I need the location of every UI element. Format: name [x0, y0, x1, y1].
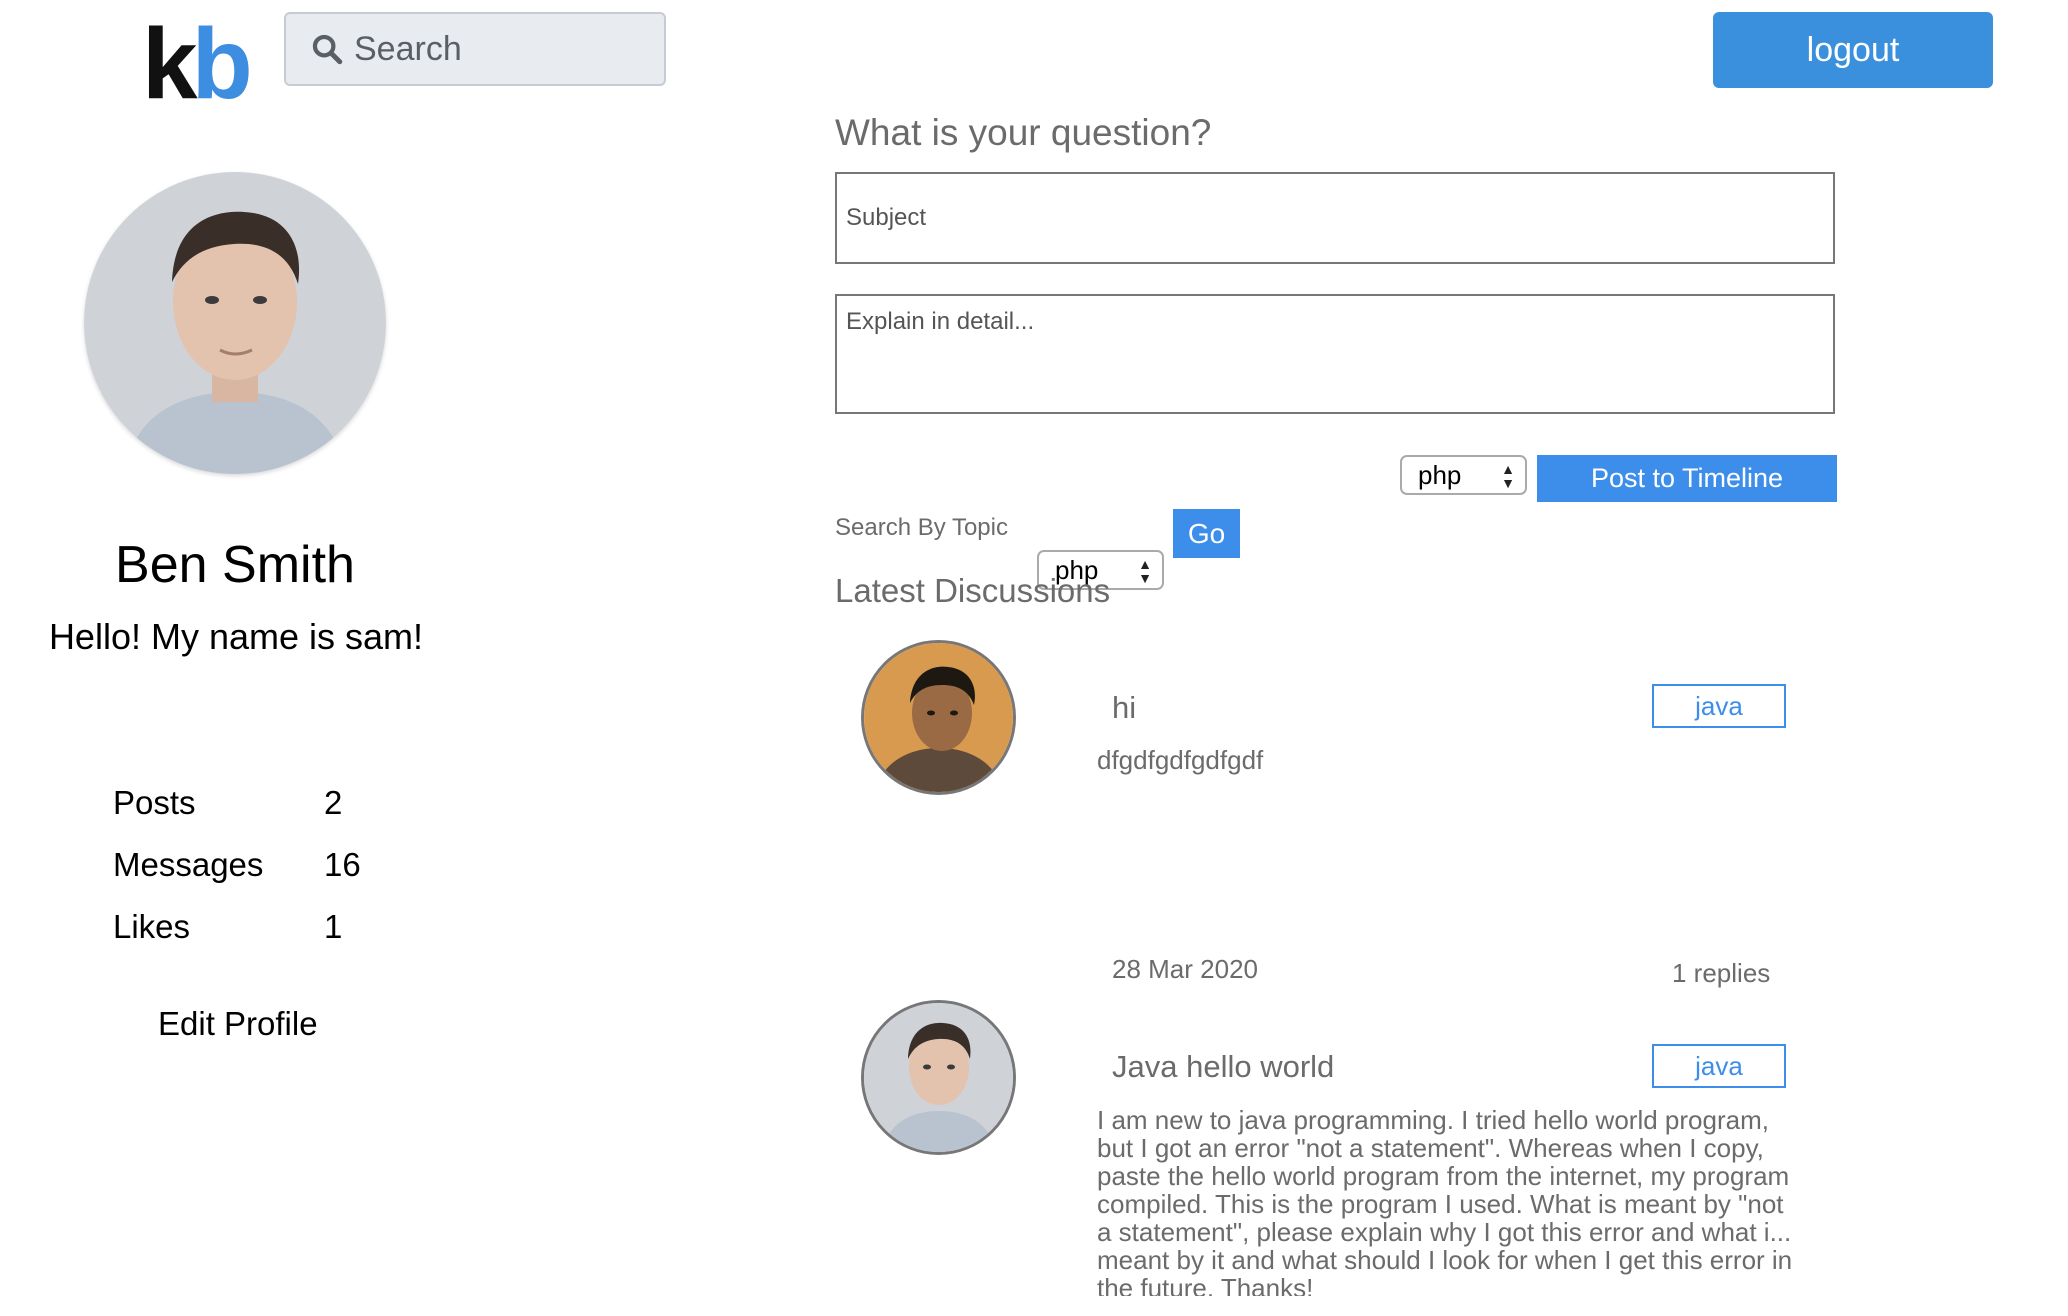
post-to-timeline-button[interactable]: Post to Timeline — [1537, 455, 1837, 502]
stat-value: 1 — [324, 908, 343, 945]
stat-likes: Likes 1 — [113, 896, 361, 958]
logo[interactable]: kb — [142, 14, 253, 114]
topic-select-value: php — [1418, 459, 1462, 490]
select-arrows-icon: ▲ ▼ — [1501, 461, 1515, 491]
profile-name: Ben Smith — [115, 536, 355, 594]
stat-label: Posts — [113, 784, 196, 821]
post-tag[interactable]: java — [1652, 684, 1786, 728]
post-body: I am new to java programming. I tried he… — [1097, 1106, 1793, 1296]
search-by-topic-label: Search By Topic — [835, 514, 1008, 541]
post-replies[interactable]: 1 replies — [1672, 958, 1770, 989]
latest-discussions-heading: Latest Discussions — [835, 572, 1111, 609]
question-heading: What is your question? — [835, 112, 1212, 153]
subject-input[interactable] — [835, 172, 1835, 264]
detail-textarea[interactable] — [835, 294, 1835, 414]
select-arrows-icon: ▲ ▼ — [1138, 556, 1152, 586]
stat-label: Likes — [113, 908, 191, 945]
go-button[interactable]: Go — [1173, 509, 1240, 558]
post-title[interactable]: hi — [1112, 690, 1136, 726]
post-author-avatar[interactable] — [861, 640, 1016, 795]
topic-select[interactable]: php ▲ ▼ — [1400, 455, 1527, 495]
edit-profile-link[interactable]: Edit Profile — [158, 1005, 318, 1043]
stat-value: 16 — [324, 846, 361, 883]
post-title[interactable]: Java hello world — [1112, 1049, 1334, 1085]
profile-stats: Posts 2 Messages 16 Likes 1 — [113, 772, 361, 958]
search-input[interactable] — [352, 28, 656, 70]
profile-avatar — [84, 172, 386, 474]
stat-posts: Posts 2 — [113, 772, 361, 834]
stat-value: 2 — [324, 784, 343, 821]
search-icon — [312, 34, 343, 65]
profile-bio: Hello! My name is sam! — [48, 616, 424, 657]
post-body: dfgdfgdfgdfgdf — [1097, 745, 1264, 775]
search-box[interactable] — [284, 12, 666, 86]
logout-button[interactable]: logout — [1713, 12, 1993, 88]
post-author-avatar[interactable] — [861, 1000, 1016, 1155]
post-tag[interactable]: java — [1652, 1044, 1786, 1088]
stat-messages: Messages 16 — [113, 834, 361, 896]
post-date: 28 Mar 2020 — [1112, 954, 1258, 984]
stat-label: Messages — [113, 846, 264, 883]
